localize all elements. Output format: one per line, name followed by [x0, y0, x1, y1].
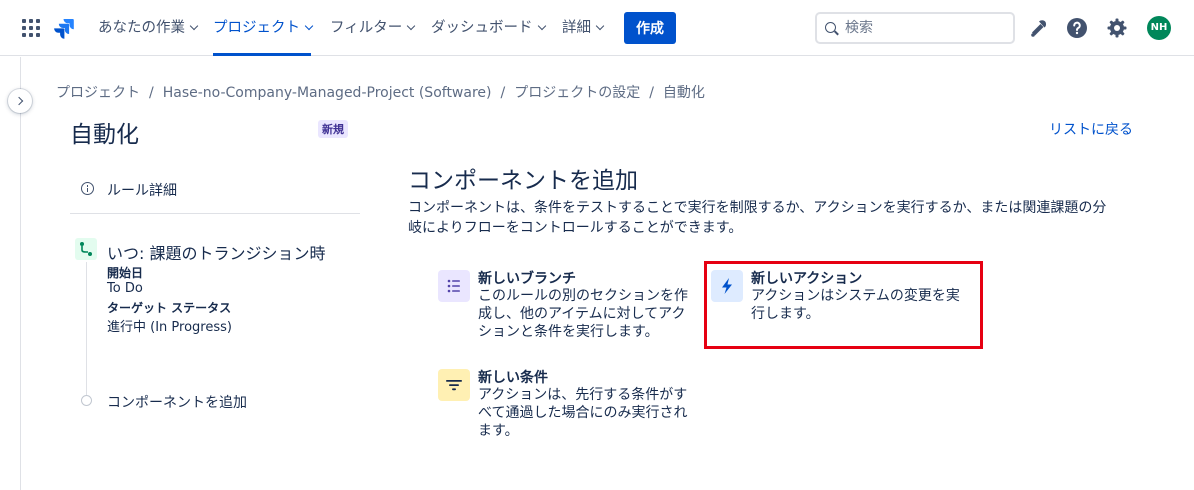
breadcrumb-project-name[interactable]: Hase-no-Company-Managed-Project (Softwar… [163, 85, 492, 101]
section-title: コンポーネントを追加 [408, 168, 638, 194]
back-to-list-link[interactable]: リストに戻る [1049, 119, 1133, 139]
target-status-value: 進行中 (In Progress) [107, 320, 232, 335]
chevron-down-icon [189, 21, 199, 31]
new-branch-card[interactable]: 新しいブランチ このルールの別のセクションを作成し、他のアイテムに対してアクショ… [438, 268, 693, 348]
breadcrumb: プロジェクト / Hase-no-Company-Managed-Project (… [56, 82, 705, 102]
search-box[interactable] [815, 12, 1015, 44]
info-icon [81, 182, 94, 195]
nav-filters[interactable]: フィルター [330, 0, 416, 56]
nav-projects[interactable]: プロジェクト [213, 0, 314, 56]
chevron-down-icon [595, 21, 605, 31]
divider [70, 213, 360, 214]
breadcrumb-automation[interactable]: 自動化 [663, 85, 705, 101]
from-status-label: 開始日 [107, 266, 144, 280]
expand-sidebar-button[interactable] [8, 89, 32, 113]
breadcrumb-separator: / [149, 85, 154, 101]
new-badge: 新規 [318, 120, 348, 138]
add-component-item[interactable]: コンポーネントを追加 [107, 392, 247, 412]
sidebar-border [20, 57, 21, 490]
app-switcher-icon[interactable] [22, 19, 40, 37]
filter-icon [438, 369, 470, 401]
help-icon[interactable] [1065, 16, 1089, 40]
breadcrumb-projects[interactable]: プロジェクト [56, 85, 140, 101]
chevron-down-icon [406, 21, 416, 31]
section-description: コンポーネントは、条件をテストすることで実行を制限するか、アクションを実行するか… [408, 200, 1107, 236]
chevron-down-icon [537, 21, 546, 31]
highlight-box [704, 261, 983, 349]
create-button[interactable]: 作成 [624, 12, 676, 44]
trigger-title[interactable]: いつ: 課題のトランジション時 [107, 240, 325, 264]
user-avatar[interactable]: NH [1147, 16, 1171, 40]
from-status-value: To Do [107, 281, 143, 296]
new-condition-card[interactable]: 新しい条件 アクションは、先行する条件がすべて通過した場合にのみ実行されます。 [438, 367, 693, 447]
rule-flow-line [86, 262, 87, 395]
top-navigation: あなたの作業 プロジェクト フィルター ダッシュボード 詳細 作成 NH [0, 0, 1194, 56]
card-title: 新しい条件 [478, 370, 548, 386]
page-title: 自動化 [70, 122, 139, 148]
card-description: このルールの別のセクションを作成し、他のアイテムに対してアクションと条件を実行し… [478, 288, 688, 340]
chevron-down-icon [304, 21, 314, 31]
search-input[interactable] [845, 18, 1005, 38]
add-component-dot-icon [81, 395, 92, 406]
search-icon [825, 22, 836, 33]
nav-your-work[interactable]: あなたの作業 [98, 0, 199, 56]
target-status-label: ターゲット ステータス [107, 301, 232, 315]
settings-gear-icon[interactable] [1105, 16, 1129, 40]
rule-details-item[interactable]: ルール詳細 [107, 180, 177, 200]
card-description: アクションは、先行する条件がすべて通過した場合にのみ実行されます。 [478, 387, 688, 439]
trigger-transition-icon [75, 238, 97, 260]
breadcrumb-separator: / [649, 85, 654, 101]
jira-logo-icon[interactable] [53, 17, 75, 39]
notifications-icon[interactable] [1026, 16, 1050, 40]
nav-dashboards[interactable]: ダッシュボード [431, 0, 546, 56]
nav-more[interactable]: 詳細 [562, 0, 605, 56]
card-title: 新しいブランチ [478, 271, 576, 287]
breadcrumb-separator: / [500, 85, 506, 101]
branch-icon [438, 270, 470, 302]
breadcrumb-project-settings[interactable]: プロジェクトの設定 [514, 85, 640, 101]
